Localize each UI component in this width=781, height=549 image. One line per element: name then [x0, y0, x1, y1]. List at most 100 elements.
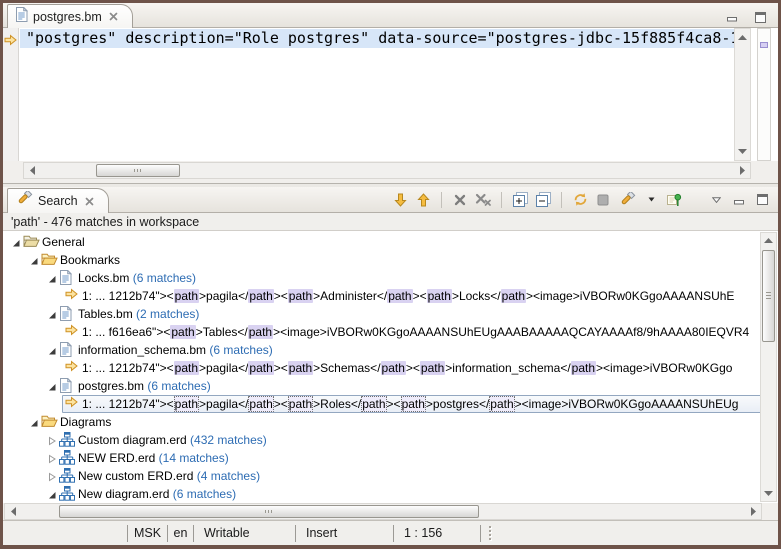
search-match-row[interactable]: 1: ... 1212b74"><path>pagila</path><path… — [3, 287, 778, 305]
twistie-expanded-icon[interactable] — [47, 345, 57, 355]
toolbar-separator — [561, 192, 562, 208]
match-text-segment: >Schemas</ — [313, 361, 380, 375]
item-label-text: Custom diagram.erd — [78, 433, 187, 447]
search-match-row[interactable]: 1: ... f616ea6"><path>Tables</path><imag… — [3, 323, 778, 341]
pin-view-icon[interactable] — [666, 191, 682, 209]
tree-item-locks-bm[interactable]: Locks.bm (6 matches) — [3, 269, 778, 287]
match-text-segment: >Administer</ — [313, 289, 387, 303]
twistie-expanded-icon[interactable] — [47, 309, 57, 319]
twistie-collapsed-icon[interactable] — [47, 453, 57, 463]
scrollbar-thumb[interactable] — [59, 505, 479, 518]
item-label: information_schema.bm (6 matches) — [78, 341, 273, 359]
twistie-expanded-icon[interactable] — [47, 489, 57, 499]
status-cell-msk: MSK — [127, 525, 167, 542]
twistie-collapsed-icon[interactable] — [47, 435, 57, 445]
dropdown-arrow-icon[interactable] — [643, 191, 659, 209]
tree-item-diagrams[interactable]: Diagrams — [3, 413, 778, 431]
scroll-up-icon[interactable] — [735, 30, 750, 45]
item-label-text: New diagram.erd — [78, 487, 169, 501]
match-highlight: path — [381, 361, 406, 375]
status-bar: MSKenWritableInsert1 : 156 — [3, 520, 778, 545]
scroll-left-icon[interactable] — [5, 504, 21, 519]
editor-body[interactable]: "postgres" description="Role postgres" d… — [3, 28, 778, 161]
tree-item-new-custom-erd-erd[interactable]: New custom ERD.erd (4 matches) — [3, 467, 778, 485]
editor-horizontal-scrollbar[interactable] — [23, 162, 751, 179]
match-highlight: path — [401, 396, 426, 412]
editor-text-area[interactable]: "postgres" description="Role postgres" d… — [20, 29, 734, 161]
match-count: (6 matches) — [144, 379, 211, 393]
cancel-search-icon[interactable] — [595, 191, 611, 209]
tree-item-general[interactable]: General — [3, 233, 778, 251]
item-label: postgres.bm (6 matches) — [78, 377, 211, 395]
overview-match-marker[interactable] — [760, 42, 768, 48]
view-menu-icon[interactable] — [708, 191, 724, 209]
tree-item-custom-diagram-erd[interactable]: Custom diagram.erd (432 matches) — [3, 431, 778, 449]
tree-item-information-schema-bm[interactable]: information_schema.bm (6 matches) — [3, 341, 778, 359]
collapse-all-icon[interactable] — [535, 191, 551, 209]
minimize-icon[interactable] — [724, 8, 740, 26]
match-text-segment: >Locks</ — [452, 289, 501, 303]
scrollbar-thumb[interactable] — [96, 164, 180, 177]
match-text-segment: ><image>iVBORw0KGgo — [596, 361, 732, 375]
scrollbar-thumb[interactable] — [762, 250, 775, 342]
twistie-expanded-icon[interactable] — [29, 417, 39, 427]
remove-selected-matches-icon[interactable] — [452, 191, 468, 209]
tab-search[interactable]: Search — [7, 188, 109, 213]
match-text-segment: >< — [274, 289, 288, 303]
match-highlight: path — [387, 289, 412, 303]
match-highlight: path — [420, 361, 445, 375]
tree-item-new-erd-erd[interactable]: NEW ERD.erd (14 matches) — [3, 449, 778, 467]
twistie-expanded-icon[interactable] — [11, 237, 21, 247]
show-previous-match-icon[interactable] — [415, 191, 431, 209]
overview-ruler[interactable] — [757, 28, 771, 161]
match-text-segment: >Tables</ — [196, 325, 248, 339]
tree-item-bookmarks[interactable]: Bookmarks — [3, 251, 778, 269]
tree-vertical-scrollbar[interactable] — [760, 232, 777, 502]
match-text: 1: ... 1212b74"><path>pagila</path><path… — [82, 287, 734, 305]
match-arrow-icon — [65, 288, 78, 303]
status-bar-cells: MSKenWritableInsert1 : 156 — [127, 525, 481, 542]
search-match-row[interactable]: 1: ... 1212b74"><path>pagila</path><path… — [3, 359, 778, 377]
editor-line-1: "postgres" description="Role postgres" d… — [20, 29, 734, 48]
scroll-down-icon[interactable] — [735, 144, 750, 159]
previous-searches-icon[interactable] — [618, 191, 636, 209]
scroll-right-icon[interactable] — [745, 504, 761, 519]
close-tab-icon[interactable] — [85, 197, 94, 206]
scroll-left-icon[interactable] — [24, 163, 40, 178]
match-text-segment: >< — [274, 361, 288, 375]
maximize-icon[interactable] — [752, 8, 768, 26]
twistie-collapsed-icon[interactable] — [47, 471, 57, 481]
scroll-up-icon[interactable] — [761, 233, 776, 248]
match-text: 1: ... f616ea6"><path>Tables</path><imag… — [82, 323, 749, 341]
maximize-icon[interactable] — [754, 191, 770, 209]
close-tab-icon[interactable] — [109, 12, 118, 21]
tree-item-tables-bm[interactable]: Tables.bm (2 matches) — [3, 305, 778, 323]
item-label-text: New custom ERD.erd — [78, 469, 193, 483]
search-match-row[interactable]: 1: ... 1212b74"><path>pagila</path><path… — [3, 395, 778, 413]
run-search-again-icon[interactable] — [572, 191, 588, 209]
expand-all-icon[interactable] — [512, 191, 528, 209]
item-label-text: General — [42, 235, 85, 249]
tab-postgres-bm[interactable]: postgres.bm — [7, 4, 133, 28]
search-horizontal-scrollbar[interactable] — [4, 503, 762, 520]
match-highlight: path — [571, 361, 596, 375]
item-label: Diagrams — [60, 413, 111, 431]
show-next-match-icon[interactable] — [392, 191, 408, 209]
twistie-expanded-icon[interactable] — [47, 381, 57, 391]
editor-vertical-scrollbar[interactable] — [734, 28, 751, 161]
scroll-down-icon[interactable] — [761, 486, 776, 501]
twistie-expanded-icon[interactable] — [47, 273, 57, 283]
annotation-ruler[interactable] — [3, 28, 19, 161]
editor-pane: postgres.bm "postgres" description="Role… — [3, 3, 778, 184]
item-label: New custom ERD.erd (4 matches) — [78, 467, 260, 485]
scroll-right-icon[interactable] — [734, 163, 750, 178]
twistie-expanded-icon[interactable] — [29, 255, 39, 265]
tree-item-new-diagram-erd[interactable]: New diagram.erd (6 matches) — [3, 485, 778, 503]
search-summary: 'path' - 476 matches in workspace — [3, 213, 778, 231]
workbench: postgres.bm "postgres" description="Role… — [3, 3, 778, 545]
minimize-icon[interactable] — [731, 191, 747, 209]
item-label-text: NEW ERD.erd — [78, 451, 155, 465]
tree-item-postgres-bm[interactable]: postgres.bm (6 matches) — [3, 377, 778, 395]
remove-all-matches-icon[interactable] — [475, 191, 491, 209]
match-text-segment: >Roles</ — [313, 397, 361, 411]
